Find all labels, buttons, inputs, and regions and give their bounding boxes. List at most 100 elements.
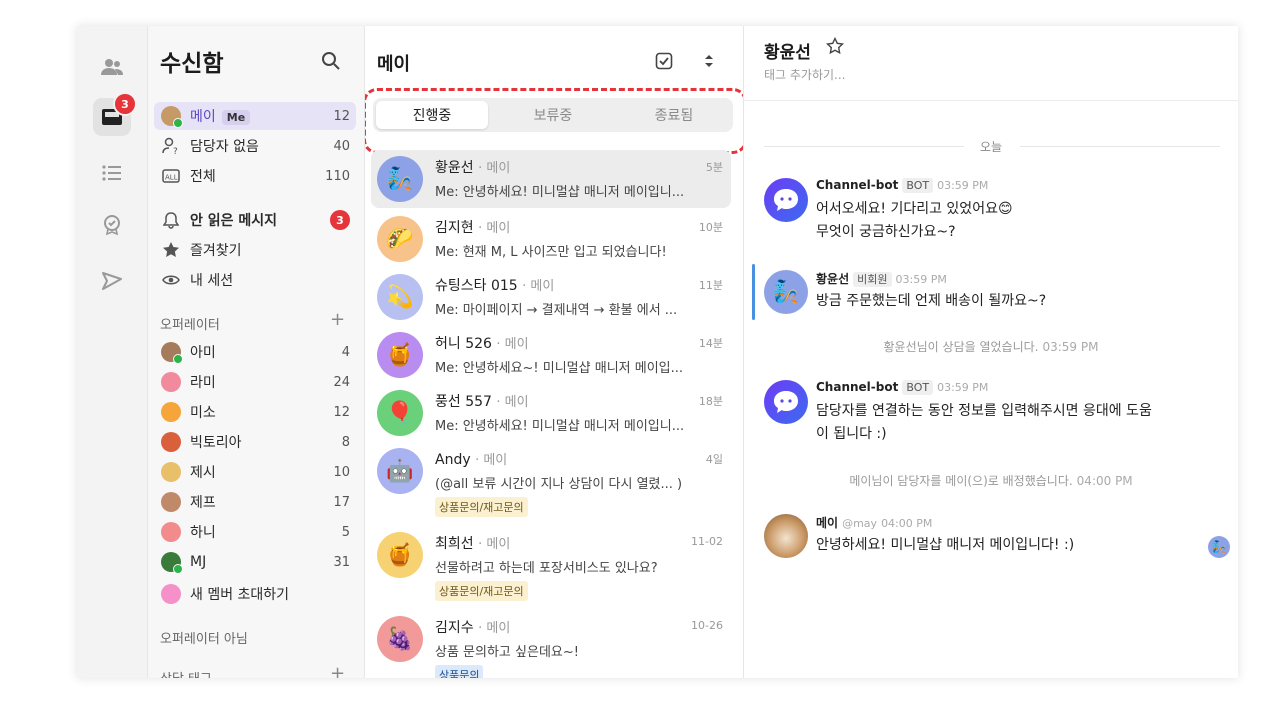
favorite-button[interactable]: [825, 36, 845, 55]
campaign-button[interactable]: [93, 206, 131, 244]
plus-icon: +: [330, 309, 346, 330]
operator-item[interactable]: 제시 10: [154, 458, 356, 486]
inbox-item-unassigned[interactable]: ? 담당자 없음 40: [154, 132, 356, 160]
inbox-button[interactable]: 3: [93, 92, 137, 136]
paper-plane-icon: [102, 272, 122, 290]
chat-item[interactable]: 🍯 허니 526 · 메이 14분 Me: 안녕하세요~! 미니멀샵 매니저 메…: [371, 326, 731, 384]
non-operators-header: 오퍼레이터 아님: [160, 632, 248, 647]
message-line: 담당자를 연결하는 동안 정보를 입력해주시면 응대에 도움: [816, 403, 1152, 419]
operator-name: 제시: [190, 465, 216, 481]
chat-assignee: · 메이: [478, 621, 511, 636]
operator-item[interactable]: 하니 5: [154, 518, 356, 546]
chat-item[interactable]: 🍇 김지수 · 메이 10-26 상품 문의하고 싶은데요~! 상품문의: [371, 610, 731, 678]
chat-item[interactable]: 🤖 Andy · 메이 4일 (@all 보류 시간이 지나 상담이 다시 열렸…: [371, 442, 731, 524]
message: Channel-bot BOT 03:59 PM 담당자를 연결하는 동안 정보를 …: [764, 380, 1224, 450]
inbox-item-count: 110: [325, 168, 350, 184]
chat-list-panel: 메이 진행중 보류중 종료됨 🧞 황윤선 · 메이 5분 Me: 안녕하세요! …: [365, 26, 744, 678]
add-operator-button[interactable]: +: [330, 309, 345, 330]
system-time: 04:00 PM: [1076, 474, 1133, 488]
chat-name: Andy: [435, 452, 471, 468]
inbox-item-unread[interactable]: 안 읽은 메시지 3: [154, 206, 356, 234]
inbox-badge: 3: [113, 92, 137, 116]
avatar: [161, 342, 183, 364]
invite-heart-icon: [161, 584, 181, 604]
operator-item[interactable]: 미소 12: [154, 398, 356, 426]
search-button[interactable]: [318, 48, 344, 74]
list-title: 메이: [377, 54, 411, 75]
operator-item[interactable]: 제프 17: [154, 488, 356, 516]
select-mode-button[interactable]: [655, 52, 675, 72]
inbox-sidebar: 수신함 메이 Me 12 ? 담당자 없음 40 ALL 전체 110 안 읽은 …: [148, 26, 365, 678]
message-line: 어서오세요! 기다리고 있었어요😊: [816, 201, 1013, 217]
inbox-item-count: 12: [333, 108, 350, 124]
chat-assignee: · 메이: [522, 279, 555, 294]
operator-item[interactable]: MJ 31: [154, 548, 356, 576]
inbox-item-me[interactable]: 메이 Me 12: [154, 102, 356, 130]
avatar: 🍇: [377, 616, 423, 662]
operator-name: 미소: [190, 405, 216, 421]
sender-badge: BOT: [902, 178, 934, 193]
chat-item[interactable]: 🌮 김지현 · 메이 10분 Me: 현재 M, L 사이즈만 입고 되었습니다…: [371, 210, 731, 268]
chat-tag: 상품문의: [435, 665, 484, 678]
add-tag-button[interactable]: +: [330, 663, 345, 678]
operator-item[interactable]: 라미 24: [154, 368, 356, 396]
star-icon: [163, 242, 179, 257]
chat-preview: Me: 안녕하세요~! 미니멀샵 매니저 메이입...: [435, 361, 684, 376]
eye-icon: [162, 275, 180, 285]
chat-item[interactable]: 🎈 풍선 557 · 메이 18분 Me: 안녕하세요! 미니멀샵 매니저 메이…: [371, 384, 731, 442]
online-dot: [173, 118, 183, 128]
avatar: 💫: [377, 274, 423, 320]
inbox-item-label: 내 세션: [190, 273, 234, 289]
sort-button[interactable]: [703, 52, 719, 72]
operator-count: 5: [341, 524, 350, 540]
chat-name: 허니 526: [435, 336, 492, 352]
sender-handle: @may: [842, 517, 878, 530]
badge-check-icon: [104, 215, 120, 236]
sort-icon: [705, 55, 713, 67]
chat-name: 풍선 557: [435, 394, 492, 410]
chat-item[interactable]: 💫 슈팅스타 015 · 메이 11분 Me: 마이페이지 → 결제내역 → 환…: [371, 268, 731, 326]
chat-item[interactable]: 🧞 황윤선 · 메이 5분 Me: 안녕하세요! 미니멀샵 매니저 메이입니..…: [371, 150, 731, 208]
avatar: [161, 552, 183, 574]
system-text: 메이님이 담당자를 메이(으)로 배정했습니다.: [849, 474, 1073, 488]
checkbox-icon: [655, 52, 673, 70]
chat-item[interactable]: 🍯 최희선 · 메이 11-02 선물하려고 하는데 포장서비스도 있나요? 상…: [371, 526, 731, 608]
chat-name: 슈팅스타 015: [435, 278, 518, 294]
inbox-item-all[interactable]: ALL 전체 110: [154, 162, 356, 190]
chat-time: 10-26: [691, 619, 723, 632]
operator-avatar: [764, 514, 808, 558]
send-button[interactable]: [93, 262, 131, 300]
message-line: 무엇이 궁금하신가요~?: [816, 224, 956, 240]
operator-name: MJ: [190, 554, 207, 570]
svg-text:?: ?: [173, 147, 178, 155]
message-time: 03:59 PM: [937, 179, 989, 192]
operator-name: 아미: [190, 345, 216, 361]
me-tag: Me: [221, 110, 251, 125]
avatar: [160, 105, 183, 128]
message-line: 안녕하세요! 미니멀샵 매니저 메이입니다! :): [816, 537, 1075, 553]
operator-count: 4: [341, 344, 350, 360]
avatar: [161, 492, 181, 512]
bot-avatar: [764, 178, 808, 222]
sender-name: Channel-bot: [816, 380, 899, 394]
chat-bubble-icon: [774, 189, 798, 211]
invite-member-button[interactable]: 새 멤버 초대하기: [154, 580, 356, 608]
inbox-item-favorites[interactable]: 즐겨찾기: [154, 236, 356, 264]
operator-name: 빅토리아: [190, 435, 242, 451]
operator-count: 17: [333, 494, 350, 510]
genie-icon: 🧞: [772, 279, 800, 305]
operator-item[interactable]: 아미 4: [154, 338, 356, 366]
avatar: 🎈: [377, 390, 423, 436]
message-time: 04:00 PM: [881, 517, 933, 530]
operator-count: 8: [341, 434, 350, 450]
avatar: 🍯: [377, 532, 423, 578]
list-button[interactable]: [93, 154, 131, 192]
operator-item[interactable]: 빅토리아 8: [154, 428, 356, 456]
avatar: 🧞: [377, 156, 423, 202]
inbox-item-my-sessions[interactable]: 내 세션: [154, 266, 356, 294]
online-dot: [173, 354, 183, 364]
team-chat-button[interactable]: [93, 48, 131, 86]
chat-preview: Me: 안녕하세요! 미니멀샵 매니저 메이입니...: [435, 419, 685, 434]
add-tag-input[interactable]: 태그 추가하기...: [764, 66, 846, 83]
avatar: 🌮: [377, 216, 423, 262]
